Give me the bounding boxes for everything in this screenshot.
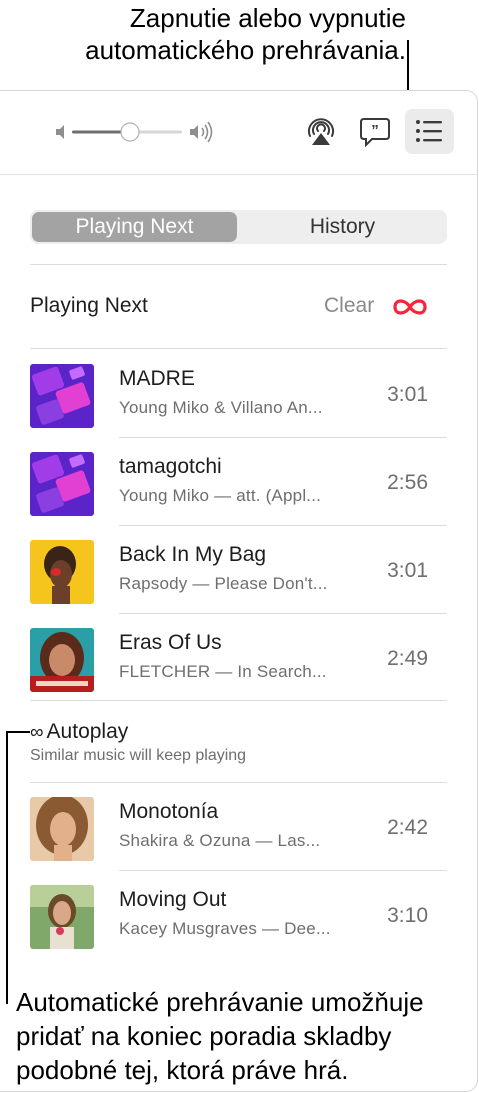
album-art	[30, 628, 94, 692]
list-item[interactable]: Moving Out Kacey Musgraves — Dee... 3:10	[0, 871, 477, 959]
list-item[interactable]: tamagotchi Young Miko — att. (Appl... 2:…	[0, 438, 477, 526]
track-subtitle: Kacey Musgraves — Dee...	[119, 919, 331, 938]
list-item[interactable]: MADRE Young Miko & Villano An... 3:01	[0, 350, 477, 438]
list-item[interactable]: Back In My Bag Rapsody — Please Don't...…	[0, 526, 477, 614]
album-art	[30, 452, 94, 516]
tab-history[interactable]: History	[240, 212, 445, 242]
leader-line-bottom	[6, 731, 8, 1004]
callout-autoplay-description: Automatické prehrávanie umožňuje pridať …	[16, 985, 476, 1087]
list-item[interactable]: Eras Of Us FLETCHER — In Search... 2:49	[0, 614, 477, 702]
tab-playing-next[interactable]: Playing Next	[32, 212, 237, 242]
track-title: Eras Of Us	[119, 631, 222, 654]
callout-autoplay-toggle: Zapnutie alebo vypnutie automatického pr…	[20, 2, 406, 66]
autoplay-toggle-icon[interactable]	[390, 294, 430, 320]
callout-bottom-line: Automatické prehrávanie umožňuje	[16, 987, 424, 1017]
track-subtitle: Rapsody — Please Don't...	[119, 574, 328, 593]
infinity-icon: ∞	[30, 722, 44, 743]
speaker-high-icon	[190, 121, 213, 143]
track-duration: 2:42	[387, 816, 428, 839]
track-duration: 2:56	[387, 471, 428, 494]
album-art	[30, 540, 94, 604]
svg-text:”: ”	[371, 122, 379, 139]
divider	[30, 348, 447, 349]
track-title: Back In My Bag	[119, 543, 267, 566]
callout-top-line: automatického prehrávania.	[85, 35, 406, 65]
leader-line-bottom-tick	[6, 731, 30, 733]
callout-bottom-line: pridať na koniec poradia skladby	[16, 1021, 392, 1051]
callout-top-line: Zapnutie alebo vypnutie	[129, 3, 406, 33]
track-subtitle: Young Miko — att. (Appl...	[119, 486, 322, 505]
track-duration: 2:49	[387, 647, 428, 670]
callout-bottom-line: podobné tej, ktorá práve hrá.	[16, 1055, 349, 1085]
playing-next-heading: Playing Next	[30, 294, 148, 317]
track-subtitle: Shakira & Ozuna — Las...	[119, 831, 321, 850]
speaker-low-icon	[56, 125, 64, 139]
divider	[30, 264, 447, 265]
album-art	[30, 797, 94, 861]
track-title: MADRE	[119, 367, 195, 390]
autoplay-title: Autoplay	[46, 720, 129, 743]
divider	[30, 700, 447, 701]
track-duration: 3:10	[387, 904, 428, 927]
track-title: tamagotchi	[119, 455, 222, 478]
list-item[interactable]: Monotonía Shakira & Ozuna — Las... 2:42	[0, 783, 477, 871]
track-title: Monotonía	[119, 800, 219, 823]
volume-slider[interactable]	[54, 118, 214, 146]
queue-list-icon	[416, 120, 442, 142]
track-subtitle: FLETCHER — In Search...	[119, 662, 327, 681]
queue-list-button[interactable]	[405, 109, 454, 154]
track-title: Moving Out	[119, 888, 227, 911]
lyrics-icon[interactable]: ”	[358, 114, 392, 148]
album-art	[30, 364, 94, 428]
track-subtitle: Young Miko & Villano An...	[119, 398, 323, 417]
album-art	[30, 885, 94, 949]
queue-segmented-control: Playing Next History	[30, 210, 447, 244]
track-duration: 3:01	[387, 559, 428, 582]
autoplay-subtitle: Similar music will keep playing	[30, 747, 247, 764]
track-duration: 3:01	[387, 383, 428, 406]
autoplay-heading: ∞ Autoplay	[30, 720, 128, 744]
airplay-icon[interactable]	[304, 114, 338, 148]
clear-button[interactable]: Clear	[324, 294, 374, 318]
